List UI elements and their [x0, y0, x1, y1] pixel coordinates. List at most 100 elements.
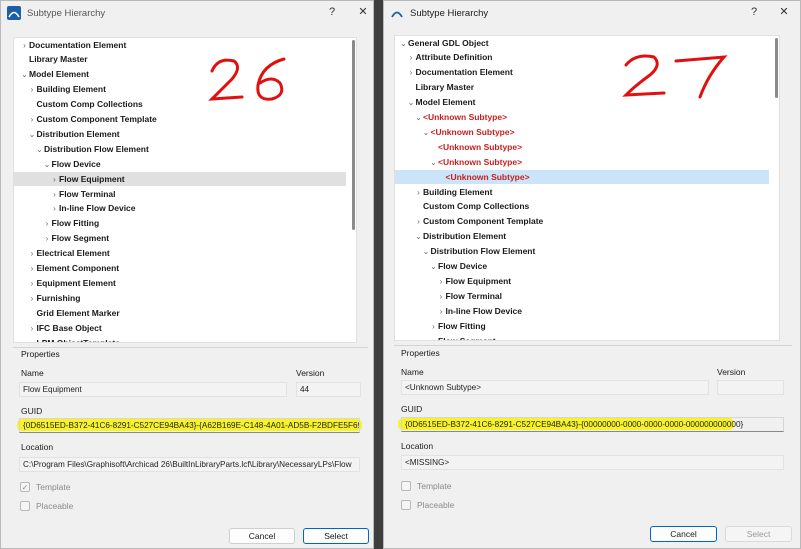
tree-item-label: <Unknown Subtype>: [438, 141, 523, 152]
template-checkbox[interactable]: Template: [401, 481, 452, 491]
template-checkbox[interactable]: ✓ Template: [20, 482, 71, 492]
chevron-right-icon[interactable]: ›: [28, 262, 37, 277]
chevron-right-icon[interactable]: ›: [43, 217, 52, 232]
placeable-checkbox[interactable]: Placeable: [401, 500, 454, 510]
chevron-right-icon[interactable]: ›: [28, 113, 37, 128]
tree-item-label: Distribution Element: [36, 128, 120, 139]
chevron-right-icon[interactable]: ›: [50, 188, 59, 203]
select-button[interactable]: Select: [725, 526, 792, 542]
tree-item[interactable]: ⌄<Unknown Subtype>: [395, 155, 769, 170]
tree-item[interactable]: ⌄Distribution Element: [395, 229, 769, 244]
tree-item-label: Documentation Element: [29, 39, 127, 50]
tree-item[interactable]: ⌄Distribution Element: [14, 127, 346, 142]
tree-item[interactable]: ⌄General GDL Object: [395, 36, 769, 52]
tree-item[interactable]: › Custom Component Template: [14, 112, 346, 127]
tree-item[interactable]: › Flow Equipment: [14, 171, 346, 188]
chevron-right-icon[interactable]: ›: [437, 275, 446, 290]
cancel-button[interactable]: Cancel: [650, 526, 717, 542]
tree-item[interactable]: Custom Comp Collections: [395, 199, 769, 214]
tree-item[interactable]: ⌄<Unknown Subtype>: [395, 110, 769, 125]
tree-item[interactable]: › Flow Terminal: [14, 187, 346, 202]
help-button[interactable]: ?: [747, 5, 761, 19]
tree-item[interactable]: <Unknown Subtype>: [395, 140, 769, 155]
tree-item-label: Flow Segment: [51, 233, 110, 244]
tree-item[interactable]: › Flow Fitting: [395, 319, 769, 334]
chevron-right-icon[interactable]: ›: [414, 215, 423, 230]
tree-item[interactable]: › In-line Flow Device: [395, 304, 769, 319]
tree-item-label: Library Master: [29, 54, 88, 65]
tree-item[interactable]: Library Master: [14, 52, 346, 67]
chevron-down-icon[interactable]: ⌄: [407, 96, 416, 111]
help-button[interactable]: ?: [325, 5, 339, 19]
chevron-right-icon[interactable]: ›: [429, 335, 438, 341]
tree-item[interactable]: <Unknown Subtype>: [395, 169, 769, 185]
chevron-right-icon[interactable]: ›: [50, 202, 59, 217]
chevron-down-icon[interactable]: ⌄: [414, 111, 423, 126]
tree-item[interactable]: Custom Comp Collections: [14, 97, 346, 112]
tree-item[interactable]: › Building Element: [395, 185, 769, 200]
tree-item[interactable]: › Flow Equipment: [395, 274, 769, 289]
tree-item[interactable]: › Furnishing: [14, 291, 346, 306]
chevron-down-icon[interactable]: ⌄: [414, 230, 423, 245]
close-button[interactable]: ✕: [356, 5, 370, 19]
tree-item[interactable]: › Building Element: [14, 82, 346, 97]
select-button[interactable]: Select: [303, 528, 369, 544]
chevron-right-icon[interactable]: ›: [407, 51, 416, 66]
chevron-down-icon[interactable]: ⌄: [28, 128, 37, 143]
tree-item[interactable]: › Element Component: [14, 261, 346, 276]
name-field: Flow Equipment: [19, 382, 287, 397]
chevron-down-icon[interactable]: ⌄: [20, 68, 29, 83]
tree-item[interactable]: › Flow Terminal: [395, 289, 769, 304]
tree-item[interactable]: Grid Element Marker: [14, 306, 346, 321]
tree-scrollbar[interactable]: [775, 38, 778, 98]
tree-item[interactable]: › Flow Segment: [14, 231, 346, 246]
tree-item[interactable]: › Custom Component Template: [395, 214, 769, 229]
guid-field[interactable]: {0D6515ED-B372-41C6-8291-C527CE94BA43}-{…: [401, 417, 784, 432]
tree-item[interactable]: ⌄Distribution Flow Element: [14, 142, 346, 157]
chevron-down-icon[interactable]: ⌄: [429, 260, 438, 275]
chevron-right-icon[interactable]: ›: [437, 290, 446, 305]
tree-item[interactable]: ⌄Flow Device: [14, 157, 346, 172]
location-field: C:\Program Files\Graphisoft\Archicad 26\…: [19, 457, 360, 472]
chevron-right-icon[interactable]: ›: [28, 83, 37, 98]
chevron-right-icon[interactable]: ›: [28, 292, 37, 307]
tree-item[interactable]: › Equipment Element: [14, 276, 346, 291]
chevron-right-icon[interactable]: ›: [43, 232, 52, 247]
tree-item[interactable]: › Documentation Element: [14, 38, 346, 54]
chevron-down-icon[interactable]: ⌄: [43, 158, 52, 173]
chevron-right-icon[interactable]: ›: [28, 277, 37, 292]
tree-item[interactable]: ⌄Flow Device: [395, 259, 769, 274]
chevron-down-icon[interactable]: ⌄: [422, 245, 431, 260]
chevron-right-icon[interactable]: ›: [28, 247, 37, 262]
tree-item-label: Building Element: [36, 84, 106, 95]
chevron-right-icon[interactable]: ›: [50, 173, 59, 188]
chevron-right-icon[interactable]: ›: [414, 186, 423, 201]
tree-scrollbar[interactable]: [352, 40, 355, 230]
chevron-right-icon[interactable]: ›: [28, 322, 37, 337]
tree-item[interactable]: ⌄<Unknown Subtype>: [395, 125, 769, 140]
tree-item[interactable]: › Electrical Element: [14, 246, 346, 261]
chevron-down-icon[interactable]: ⌄: [35, 143, 44, 158]
tree-item[interactable]: ⌄Model Element: [14, 67, 346, 82]
chevron-right-icon[interactable]: ›: [437, 305, 446, 320]
chevron-right-icon[interactable]: ›: [407, 66, 416, 81]
tree-item-label: Custom Component Template: [36, 114, 157, 124]
chevron-right-icon[interactable]: ›: [20, 39, 29, 54]
tree-item[interactable]: › IFC Base Object: [14, 321, 346, 336]
close-button[interactable]: ✕: [777, 5, 791, 19]
tree-item[interactable]: › Flow Segment: [395, 334, 769, 341]
tree-item[interactable]: › In-line Flow Device: [14, 201, 346, 216]
guid-field[interactable]: {0D6515ED-B372-41C6-8291-C527CE94BA43}-{…: [19, 418, 360, 433]
dialog-title: Subtype Hierarchy: [410, 7, 489, 19]
chevron-down-icon[interactable]: ⌄: [422, 126, 431, 141]
chevron-right-icon[interactable]: ›: [429, 320, 438, 335]
tree-item[interactable]: › Flow Fitting: [14, 216, 346, 231]
placeable-checkbox[interactable]: Placeable: [20, 501, 73, 511]
chevron-down-icon[interactable]: ⌄: [429, 156, 438, 171]
title-bar: Subtype Hierarchy ? ✕: [1, 1, 373, 25]
cancel-button[interactable]: Cancel: [229, 528, 295, 544]
subtype-tree[interactable]: › Documentation Element Library Master ⌄Mod…: [13, 37, 357, 343]
tree-item[interactable]: LPM ObjectTemplate: [14, 336, 346, 343]
chevron-down-icon[interactable]: ⌄: [399, 37, 408, 52]
tree-item[interactable]: ⌄Distribution Flow Element: [395, 244, 769, 259]
